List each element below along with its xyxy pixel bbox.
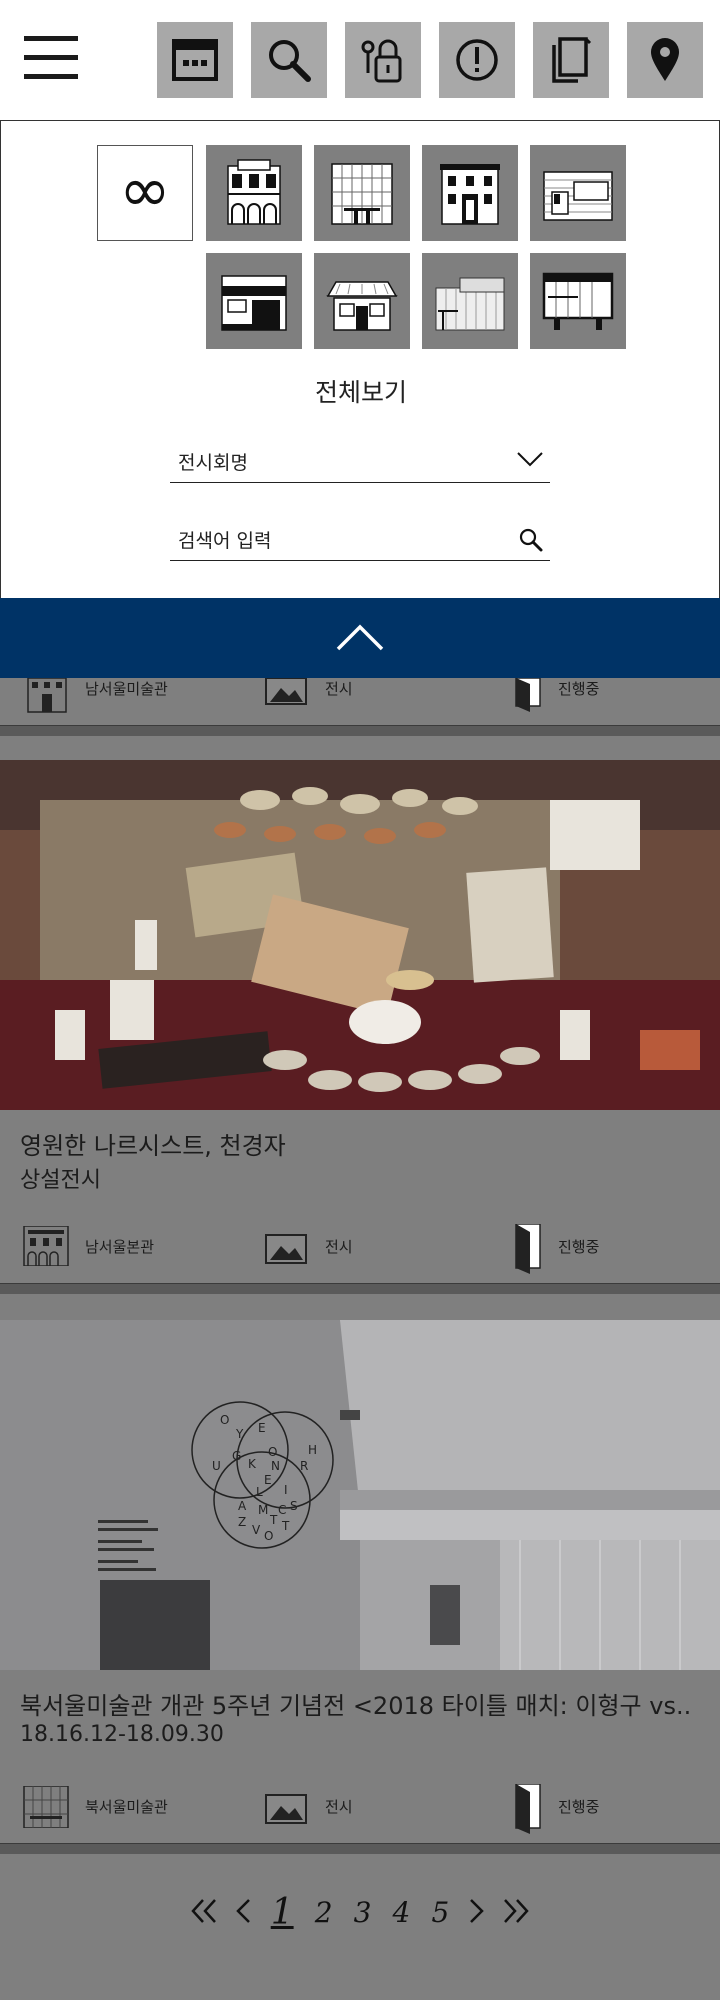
filter-panel: ∞ 전체보기 전시회명 검색어 입력 xyxy=(0,120,720,598)
page-current[interactable]: 1 xyxy=(271,1892,294,1933)
card-status: 진행중 xyxy=(558,1798,600,1816)
wall-letter: K xyxy=(248,1457,257,1471)
page: ∞ 전체보기 전시회명 검색어 입력 남서울미술관 전시 진행중 영원한 나르시… xyxy=(0,0,720,2000)
card-venue: 북서울미술관 xyxy=(85,1798,168,1816)
venue-all-button[interactable]: ∞ xyxy=(97,145,193,241)
door-icon xyxy=(515,1784,541,1834)
door-icon xyxy=(515,1224,541,1274)
top-header xyxy=(0,0,720,120)
first-page-icon[interactable] xyxy=(190,1897,217,1929)
wall-letter: O xyxy=(268,1445,277,1459)
wall-letter: O xyxy=(220,1413,229,1427)
card-status: 진행중 xyxy=(558,680,600,698)
collapse-filter-button[interactable] xyxy=(0,598,720,678)
last-page-icon[interactable] xyxy=(503,1897,530,1929)
nam-seoul-building-icon xyxy=(27,678,67,713)
wall-letter: M xyxy=(258,1503,268,1517)
next-page-icon[interactable] xyxy=(468,1897,486,1929)
location-pin-icon[interactable] xyxy=(627,22,703,98)
card-venue: 남서울본관 xyxy=(85,1238,155,1256)
pagination: 1 2 3 4 5 xyxy=(0,1892,720,1952)
modern-building-icon[interactable] xyxy=(530,145,626,241)
card-title[interactable]: 북서울미술관 개관 5주년 기념전 <2018 타이틀 매치: 이형구 vs.. xyxy=(20,1686,691,1721)
card-image[interactable]: O Y E G K O N U E L I A M C S T V O T Z … xyxy=(0,1320,720,1670)
card-subtitle: 18.16.12-18.09.30 xyxy=(20,1722,224,1747)
card-subtitle: 상설전시 xyxy=(20,1168,101,1193)
chevron-up-icon xyxy=(336,624,384,651)
exhibition-select-value: 전시회명 xyxy=(178,452,248,474)
card-divider xyxy=(0,726,720,736)
exhibition-card[interactable]: 영원한 나르시스트, 천경자 상설전시 남서울본관 전시 진행중 xyxy=(0,736,720,1284)
page-link[interactable]: 2 xyxy=(315,1896,333,1929)
wall-letter: U xyxy=(212,1459,221,1473)
nam-seoul-building-icon[interactable] xyxy=(422,145,518,241)
search-input[interactable]: 검색어 입력 xyxy=(170,521,550,561)
search-placeholder: 검색어 입력 xyxy=(178,530,272,552)
publication-icon[interactable] xyxy=(533,22,609,98)
page-link[interactable]: 4 xyxy=(393,1896,411,1929)
wall-letter: T xyxy=(269,1513,278,1527)
wall-letter: S xyxy=(290,1499,298,1513)
seoul-museum-building-icon xyxy=(23,1226,69,1266)
card-title[interactable]: 영원한 나르시스트, 천경자 xyxy=(20,1126,286,1161)
infinity-icon: ∞ xyxy=(119,153,171,226)
card-image[interactable] xyxy=(0,760,720,1110)
search-icon[interactable] xyxy=(251,22,327,98)
exhibition-card[interactable]: O Y E G K O N U E L I A M C S T V O T Z … xyxy=(0,1294,720,1844)
wall-letter: R xyxy=(300,1459,308,1473)
prev-page-icon[interactable] xyxy=(234,1897,252,1929)
chevron-down-icon xyxy=(516,449,544,473)
picture-icon xyxy=(265,1794,307,1824)
wall-letter: H xyxy=(308,1443,317,1457)
archive-building-icon[interactable] xyxy=(422,253,518,349)
menu-icon[interactable] xyxy=(24,34,78,82)
seoul-museum-building-icon[interactable] xyxy=(206,145,302,241)
glass-building-icon xyxy=(23,1786,69,1828)
card-status: 진행중 xyxy=(558,1238,600,1256)
filter-caption: 전체보기 xyxy=(314,378,407,407)
wall-letter: N xyxy=(271,1459,280,1473)
page-link[interactable]: 5 xyxy=(431,1896,449,1929)
card-category: 전시 xyxy=(325,1798,353,1816)
hanok-building-icon[interactable] xyxy=(314,253,410,349)
wall-letter: Y xyxy=(235,1427,244,1441)
wall-letter: C xyxy=(278,1503,286,1517)
card-venue: 남서울미술관 xyxy=(85,680,168,698)
wall-letter: Z xyxy=(238,1515,246,1529)
box-building-icon[interactable] xyxy=(530,253,626,349)
exhibition-card[interactable]: 남서울미술관 전시 진행중 xyxy=(0,678,720,726)
wall-letter: E xyxy=(258,1421,266,1435)
calendar-icon[interactable] xyxy=(157,22,233,98)
card-divider xyxy=(0,1284,720,1294)
wall-letter: I xyxy=(284,1483,288,1497)
card-category: 전시 xyxy=(325,680,353,698)
glass-building-icon[interactable] xyxy=(314,145,410,241)
shop-building-icon[interactable] xyxy=(206,253,302,349)
picture-icon xyxy=(265,678,307,705)
wall-letter: L xyxy=(256,1485,263,1499)
exhibition-select[interactable]: 전시회명 xyxy=(170,443,550,483)
door-icon xyxy=(515,678,541,712)
wall-letter: G xyxy=(232,1449,241,1463)
wall-letter: V xyxy=(252,1523,261,1537)
page-link[interactable]: 3 xyxy=(354,1896,372,1929)
wall-letter: E xyxy=(264,1473,272,1487)
wall-letter: O xyxy=(264,1529,273,1543)
picture-icon xyxy=(265,1234,307,1264)
card-divider xyxy=(0,1844,720,1854)
search-icon[interactable] xyxy=(518,527,544,557)
locker-icon[interactable] xyxy=(345,22,421,98)
card-category: 전시 xyxy=(325,1238,353,1256)
wall-letter: A xyxy=(238,1499,247,1513)
wall-letter: T xyxy=(281,1519,290,1533)
notice-icon[interactable] xyxy=(439,22,515,98)
